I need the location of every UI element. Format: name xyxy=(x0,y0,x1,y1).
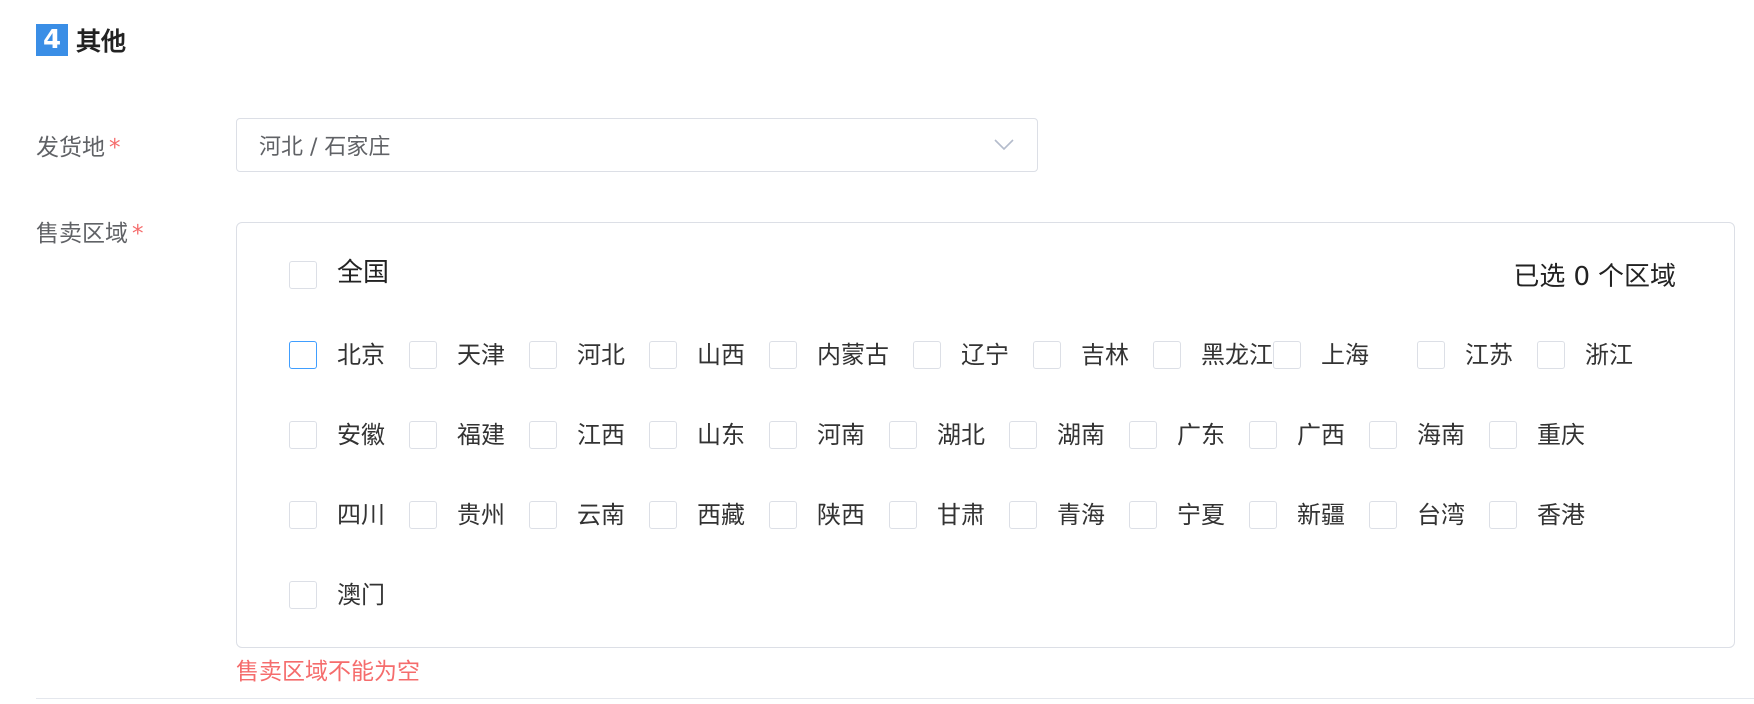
region-label[interactable]: 吉林 xyxy=(1081,341,1129,369)
region-checkbox[interactable] xyxy=(409,341,437,369)
region-checkbox[interactable] xyxy=(649,501,677,529)
sales-region-panel: 全国 已选 0 个区域 北京 天津 河北 山西 内蒙古 辽宁 吉林 黑龙江 上海 江苏 浙江安徽 福建 江西… xyxy=(236,222,1735,648)
region-label[interactable]: 辽宁 xyxy=(961,341,1009,369)
region-label[interactable]: 澳门 xyxy=(337,581,385,609)
region-label[interactable]: 海南 xyxy=(1417,421,1465,449)
region-label[interactable]: 江苏 xyxy=(1465,341,1513,369)
region-label[interactable]: 河南 xyxy=(817,421,865,449)
selected-counter-suffix: 个区域 xyxy=(1597,262,1676,292)
region-checkbox[interactable] xyxy=(1537,341,1565,369)
section-number-badge: 4 xyxy=(36,24,68,56)
ship-from-label: 发货地 * xyxy=(36,128,121,162)
region-checkbox[interactable] xyxy=(1129,501,1157,529)
region-label[interactable]: 山东 xyxy=(697,421,745,449)
region-checkbox[interactable] xyxy=(289,501,317,529)
region-checkbox[interactable] xyxy=(1129,421,1157,449)
region-checkbox[interactable] xyxy=(1249,501,1277,529)
section-title: 其他 xyxy=(76,27,127,56)
region-checkbox[interactable] xyxy=(1489,421,1517,449)
region-label[interactable]: 云南 xyxy=(577,501,625,529)
region-label[interactable]: 甘肃 xyxy=(937,501,985,529)
region-checkbox[interactable] xyxy=(769,421,797,449)
ship-from-select[interactable]: 河北 / 石家庄 xyxy=(236,118,1038,172)
region-checkbox[interactable] xyxy=(1369,501,1397,529)
region-checkbox[interactable] xyxy=(1153,341,1181,369)
region-label[interactable]: 黑龙江 xyxy=(1201,341,1273,369)
section-header: 4 其他 xyxy=(36,24,126,56)
region-checkbox[interactable] xyxy=(889,421,917,449)
region-label[interactable]: 陕西 xyxy=(817,501,865,529)
selected-counter-prefix: 已选 xyxy=(1513,262,1566,292)
sales-region-label: 售卖区域 * xyxy=(36,214,144,248)
all-country-label[interactable]: 全国 xyxy=(337,259,389,287)
required-mark: * xyxy=(132,221,144,247)
selected-counter: 已选 0 个区域 xyxy=(1509,259,1680,295)
region-checkbox[interactable] xyxy=(409,501,437,529)
region-label[interactable]: 河北 xyxy=(577,341,625,369)
region-label[interactable]: 福建 xyxy=(457,421,505,449)
region-label[interactable]: 广西 xyxy=(1297,421,1345,449)
region-label[interactable]: 内蒙古 xyxy=(817,341,889,369)
region-checkbox[interactable] xyxy=(1249,421,1277,449)
region-checkbox[interactable] xyxy=(1009,421,1037,449)
region-checkbox[interactable] xyxy=(1417,341,1445,369)
region-checkbox[interactable] xyxy=(1273,341,1301,369)
region-label[interactable]: 台湾 xyxy=(1417,501,1465,529)
region-checkbox[interactable] xyxy=(289,581,317,609)
region-label[interactable]: 湖北 xyxy=(937,421,985,449)
region-checkbox[interactable] xyxy=(913,341,941,369)
region-checkbox[interactable] xyxy=(769,341,797,369)
region-label[interactable]: 新疆 xyxy=(1297,501,1345,529)
sales-region-label-text: 售卖区域 xyxy=(36,221,128,247)
sales-region-error: 售卖区域不能为空 xyxy=(236,659,420,685)
region-checkbox[interactable] xyxy=(529,501,557,529)
region-label[interactable]: 四川 xyxy=(337,501,385,529)
region-checkbox[interactable] xyxy=(409,421,437,449)
region-checkbox[interactable] xyxy=(889,501,917,529)
region-label[interactable]: 天津 xyxy=(457,341,505,369)
region-checkbox[interactable] xyxy=(769,501,797,529)
region-checkbox[interactable] xyxy=(529,421,557,449)
region-label[interactable]: 广东 xyxy=(1177,421,1225,449)
region-label[interactable]: 山西 xyxy=(697,341,745,369)
region-checkbox[interactable] xyxy=(1489,501,1517,529)
selected-counter-count: 0 xyxy=(1573,262,1590,292)
ship-from-select-value: 河北 / 石家庄 xyxy=(259,135,391,160)
chevron-down-icon xyxy=(993,134,1015,156)
region-label[interactable]: 安徽 xyxy=(337,421,385,449)
all-country-checkbox[interactable] xyxy=(289,261,317,289)
region-checkbox[interactable] xyxy=(1033,341,1061,369)
required-mark: * xyxy=(109,135,121,161)
region-checkbox[interactable] xyxy=(1009,501,1037,529)
region-checkbox[interactable] xyxy=(649,341,677,369)
region-label[interactable]: 北京 xyxy=(337,341,385,369)
region-label[interactable]: 重庆 xyxy=(1537,421,1585,449)
region-checkbox[interactable] xyxy=(289,341,317,369)
region-label[interactable]: 湖南 xyxy=(1057,421,1105,449)
region-label[interactable]: 江西 xyxy=(577,421,625,449)
region-label[interactable]: 贵州 xyxy=(457,501,505,529)
ship-from-label-text: 发货地 xyxy=(36,135,105,161)
region-label[interactable]: 上海 xyxy=(1321,341,1369,369)
region-checkbox[interactable] xyxy=(649,421,677,449)
region-label[interactable]: 宁夏 xyxy=(1177,501,1225,529)
region-label[interactable]: 西藏 xyxy=(697,501,745,529)
region-label[interactable]: 青海 xyxy=(1057,501,1105,529)
region-checkbox[interactable] xyxy=(1369,421,1397,449)
region-checkbox[interactable] xyxy=(289,421,317,449)
region-label[interactable]: 浙江 xyxy=(1585,341,1633,369)
divider xyxy=(36,698,1754,699)
region-checkbox[interactable] xyxy=(529,341,557,369)
region-label[interactable]: 香港 xyxy=(1537,501,1585,529)
